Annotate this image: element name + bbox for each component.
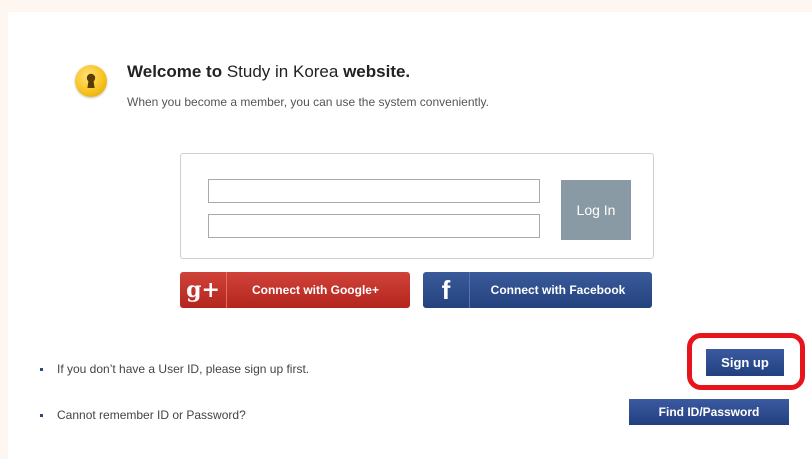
signup-button[interactable]: Sign up bbox=[706, 349, 784, 376]
welcome-prefix: Welcome to bbox=[127, 62, 223, 81]
facebook-connect-label: Connect with Facebook bbox=[490, 283, 626, 297]
forgot-hint: Cannot remember ID or Password? bbox=[57, 408, 246, 422]
keyhole-icon bbox=[75, 65, 107, 97]
welcome-suffix: website. bbox=[343, 62, 411, 81]
login-button[interactable]: Log In bbox=[561, 180, 631, 240]
user-id-input[interactable] bbox=[208, 179, 540, 203]
google-connect-button[interactable]: g+ Connect with Google+ bbox=[180, 272, 410, 308]
site-name: Study in Korea bbox=[226, 62, 339, 81]
google-connect-label: Connect with Google+ bbox=[251, 283, 379, 297]
bullet-icon bbox=[40, 368, 43, 371]
welcome-title: Welcome to Study in Korea website. bbox=[127, 62, 410, 82]
welcome-subtitle: When you become a member, you can use th… bbox=[127, 95, 489, 109]
facebook-icon: f bbox=[423, 272, 470, 308]
facebook-connect-button[interactable]: f Connect with Facebook bbox=[423, 272, 652, 308]
find-id-password-button[interactable]: Find ID/Password bbox=[629, 399, 789, 425]
bullet-icon bbox=[40, 414, 43, 417]
signup-hint: If you don’t have a User ID, please sign… bbox=[57, 362, 310, 376]
google-plus-icon: g+ bbox=[180, 272, 227, 308]
password-input[interactable] bbox=[208, 214, 540, 238]
